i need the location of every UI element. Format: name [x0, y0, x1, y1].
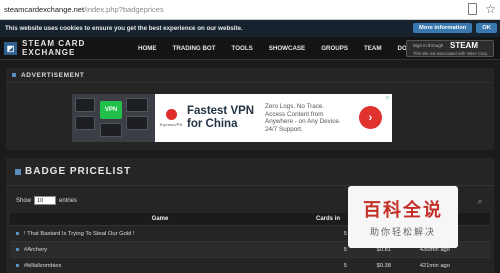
bookmark-star-icon[interactable]: ☆	[485, 3, 496, 15]
nav-showcase[interactable]: SHOWCASE	[261, 45, 313, 52]
ok-button[interactable]: OK	[476, 23, 497, 33]
search-icon[interactable]: ⌕	[474, 196, 486, 207]
page-icon[interactable]	[468, 3, 478, 15]
cards-count: 5	[343, 262, 347, 269]
section-bullet-icon	[15, 168, 21, 175]
expressvpn-logo-icon	[165, 109, 177, 120]
nav-trading-bot[interactable]: TRADING BOT	[165, 45, 224, 52]
ad-banner[interactable]: VPN ExpressVPN Fastest VPN for China Zer…	[72, 94, 392, 142]
column-header-game[interactable]: Game	[10, 216, 310, 222]
browser-url-bar[interactable]: steamcardexchange.net/index.php?badgepri…	[0, 0, 500, 20]
entries-select[interactable]: 10	[34, 196, 57, 205]
show-label: Show	[16, 197, 32, 204]
nav-groups[interactable]: GROUPS	[313, 45, 356, 52]
table-row[interactable]: #killallzombies 5 $0.38 421min ago	[10, 258, 490, 273]
steam-signin-button[interactable]: Sign in through STEAM This site not asso…	[406, 40, 494, 57]
url-domain: steamcardexchange.net	[4, 5, 85, 14]
cookie-notice: This website uses cookies to ensure you …	[0, 20, 500, 37]
url-text[interactable]: steamcardexchange.net/index.php?badgepri…	[4, 5, 164, 14]
row-bullet-icon	[16, 248, 19, 251]
badge-price: $0.38	[376, 262, 391, 269]
advertisement-header: ADVERTISEMENT	[6, 68, 494, 83]
game-name[interactable]: #killallzombies	[24, 263, 61, 269]
main-nav: ◩ STEAM CARD EXCHANGE HOME TRADING BOT T…	[0, 37, 500, 60]
nav-tools[interactable]: TOOLS	[224, 45, 261, 52]
nav-home[interactable]: HOME	[130, 45, 165, 52]
watermark-sub-text: 助你轻松解决	[369, 227, 436, 237]
ad-headline: Fastest VPN for China	[187, 105, 255, 130]
signin-top-text: Sign in through	[413, 43, 444, 48]
game-name[interactable]: ! That Bastard Is Trying To Steal Our Go…	[24, 231, 135, 237]
section-bullet-icon	[12, 73, 16, 77]
ad-arrow-icon[interactable]: ›	[359, 106, 382, 129]
pricelist-header: BADGE PRICELIST	[6, 158, 494, 186]
nav-links: HOME TRADING BOT TOOLS SHOWCASE GROUPS T…	[130, 45, 438, 52]
advertisement-section: ADVERTISEMENT VPN ExpressVPN Fastest VPN…	[6, 68, 494, 150]
ad-info-icon[interactable]: ▷	[386, 95, 390, 101]
watermark-overlay: 百科全说 助你轻松解决	[348, 186, 458, 248]
advertisement-title: ADVERTISEMENT	[21, 71, 85, 79]
vpn-key: VPN	[100, 101, 122, 119]
updated-time: 421min ago	[419, 262, 450, 269]
url-path: /index.php?badgeprices	[84, 5, 164, 14]
nav-team[interactable]: TEAM	[356, 45, 390, 52]
ad-brand-text: ExpressVPN	[159, 122, 183, 127]
site-logo-icon[interactable]: ◩	[4, 41, 17, 55]
cookie-text: This website uses cookies to ensure you …	[5, 25, 243, 32]
more-information-button[interactable]: More information	[412, 23, 473, 33]
row-bullet-icon	[16, 232, 19, 235]
show-entries-control: Show 10 entries	[16, 196, 77, 205]
signin-steam-text: STEAM	[450, 41, 478, 50]
watermark-main-text: 百科全说	[363, 200, 443, 220]
site-title[interactable]: STEAM CARD EXCHANGE	[22, 39, 130, 57]
signin-sub-text: This site not associated with Valve Corp…	[413, 51, 489, 56]
keyboard-image: VPN	[72, 94, 155, 142]
ad-body: Zero Logs. No Trace. Access Content from…	[265, 103, 341, 133]
ad-brand-logo: ExpressVPN	[155, 94, 187, 142]
game-name[interactable]: #Archery	[24, 247, 47, 253]
entries-label: entries	[59, 197, 78, 204]
row-bullet-icon	[16, 264, 19, 267]
pricelist-title: BADGE PRICELIST	[25, 166, 132, 177]
